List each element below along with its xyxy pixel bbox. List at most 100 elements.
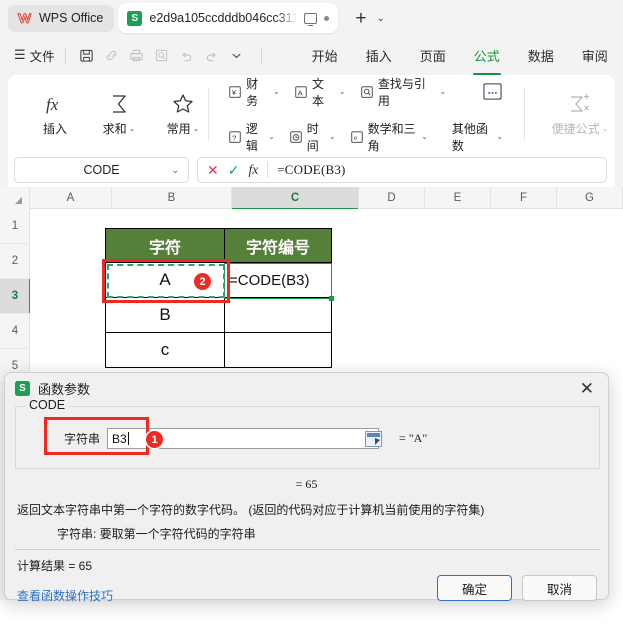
- text-functions-button[interactable]: A 文本 ⌄: [287, 73, 353, 111]
- cell-B5[interactable]: c: [105, 333, 225, 368]
- tab-formula[interactable]: 公式: [460, 42, 514, 76]
- formula-input-wrapper[interactable]: ✕ ✓ fx =CODE(B3): [197, 157, 607, 183]
- text-label: 文本: [312, 76, 325, 108]
- autosum-button[interactable]: 求和 ⌄: [94, 91, 144, 137]
- sheet-bottom-strip: [0, 600, 623, 644]
- row-header-3[interactable]: 3: [0, 279, 31, 314]
- customize-caret-icon[interactable]: [226, 44, 248, 66]
- save-icon[interactable]: [76, 44, 98, 66]
- document-tab[interactable]: S e2d9a105ccdddb046cc311e: [118, 3, 339, 33]
- category-row-1: ¥ 财务 ⌄ A 文本 ⌄ 查找与引用 ⌄: [221, 73, 510, 111]
- cell-B4[interactable]: B: [105, 298, 225, 333]
- link-icon[interactable]: [101, 44, 123, 66]
- row-header-2[interactable]: 2: [0, 244, 30, 279]
- quick-formula-button[interactable]: 便捷公式 ⌄: [545, 91, 615, 137]
- tab-data[interactable]: 数据: [514, 42, 568, 69]
- new-tab-button[interactable]: +: [351, 9, 370, 28]
- more-categories-button[interactable]: [475, 80, 510, 103]
- common-functions-button[interactable]: 常用 ⌄: [158, 91, 208, 137]
- column-header-D[interactable]: D: [359, 187, 425, 209]
- annotation-badge-1: 1: [146, 431, 163, 448]
- tab-page[interactable]: 页面: [406, 42, 460, 69]
- chevron-down-icon: ⌄: [601, 124, 609, 133]
- argument-description: 字符串: 要取第一个字符代码的字符串: [57, 527, 256, 541]
- name-box[interactable]: CODE ⌄: [14, 157, 189, 183]
- sigma-plus-icon: [567, 91, 593, 117]
- help-link[interactable]: 查看函数操作技巧: [17, 587, 113, 604]
- logic-icon: ?: [228, 129, 242, 144]
- row-header-1[interactable]: 1: [0, 209, 30, 244]
- dialog-title: 函数参数: [38, 381, 91, 397]
- dialog-title-bar: S 函数参数 ✕: [5, 373, 608, 403]
- ok-button[interactable]: 确定: [437, 575, 512, 601]
- column-header-F[interactable]: F: [491, 187, 557, 209]
- title-bar: WPS Office S e2d9a105ccdddb046cc311e + ⌄: [0, 0, 623, 36]
- text-icon: A: [294, 84, 308, 99]
- tab-insert[interactable]: 插入: [352, 42, 406, 69]
- insert-function-button[interactable]: fx 插入: [30, 91, 80, 137]
- column-header-E[interactable]: E: [425, 187, 491, 209]
- function-arguments-dialog: S 函数参数 ✕ CODE 字符串 B3 = "A" = 65 返回文本字符串中…: [4, 372, 609, 603]
- row-header-4[interactable]: 4: [0, 314, 30, 349]
- star-icon: [171, 91, 195, 117]
- chevron-down-icon[interactable]: ⌄: [171, 165, 179, 176]
- select-all-corner[interactable]: [0, 187, 30, 209]
- column-header-A[interactable]: A: [30, 187, 112, 209]
- wps-office-button[interactable]: WPS Office: [8, 4, 115, 32]
- print-icon[interactable]: [126, 44, 148, 66]
- common-functions-label: 常用: [166, 122, 191, 136]
- divider: [208, 88, 209, 140]
- column-header-B[interactable]: B: [112, 187, 232, 209]
- file-menu-button[interactable]: 文件: [30, 46, 55, 65]
- formula-input[interactable]: =CODE(B3): [277, 162, 345, 178]
- cell-C4[interactable]: [225, 298, 332, 333]
- function-name-label: CODE: [25, 398, 70, 412]
- active-cell-selection: [224, 263, 334, 301]
- time-icon: [289, 129, 303, 144]
- tab-list-caret-icon[interactable]: ⌄: [376, 13, 384, 24]
- autosum-label: 求和: [102, 122, 127, 136]
- print-preview-icon[interactable]: [151, 44, 173, 66]
- lookup-icon: [360, 84, 374, 99]
- redo-icon[interactable]: [201, 44, 223, 66]
- column-header-G[interactable]: G: [557, 187, 623, 209]
- close-icon[interactable]: ✕: [576, 380, 598, 397]
- hamburger-menu-icon[interactable]: ☰: [14, 47, 26, 63]
- svg-text:¥: ¥: [232, 90, 236, 97]
- table-header-charcode[interactable]: 字符编号: [225, 228, 332, 263]
- tab-start[interactable]: 开始: [298, 42, 352, 69]
- function-description: 返回文本字符串中第一个字符的数字代码。 (返回的代码对应于计算机当前使用的字符集…: [17, 503, 485, 517]
- svg-text:A: A: [298, 88, 303, 97]
- function-result-line: = 65: [295, 477, 318, 491]
- cell-C5[interactable]: [225, 333, 332, 368]
- math-label: 数学和三角: [367, 121, 416, 153]
- other-functions-button[interactable]: 其他函数 ⌄: [445, 118, 510, 156]
- insert-function-label: 插入: [42, 122, 67, 136]
- logic-functions-button[interactable]: ? 逻辑 ⌄: [221, 118, 282, 156]
- time-functions-button[interactable]: 时间 ⌄: [282, 118, 343, 156]
- tab-review[interactable]: 审阅: [568, 42, 622, 69]
- lookup-functions-button[interactable]: 查找与引用 ⌄: [353, 73, 454, 111]
- insert-function-icon[interactable]: fx: [248, 162, 258, 178]
- wps-office-label: WPS Office: [39, 11, 104, 25]
- range-picker-icon[interactable]: [365, 430, 383, 447]
- fx-icon: fx: [43, 91, 67, 117]
- more-icon: [482, 82, 503, 101]
- divider: [260, 46, 262, 64]
- annotation-box-argument-input: [44, 417, 149, 455]
- spreadsheet-icon: S: [127, 10, 143, 26]
- math-functions-button[interactable]: e 数学和三角 ⌄: [343, 118, 435, 156]
- undo-icon[interactable]: [176, 44, 198, 66]
- document-tab-label: e2d9a105ccdddb046cc311e: [149, 11, 298, 25]
- finance-label: 财务: [246, 76, 259, 108]
- ribbon-group-quick-formula: 便捷公式 ⌄: [525, 75, 615, 153]
- column-header-C[interactable]: C: [232, 187, 359, 210]
- finance-functions-button[interactable]: ¥ 财务 ⌄: [221, 73, 287, 111]
- table-header-row: 字符 字符编号: [105, 228, 332, 263]
- confirm-formula-icon[interactable]: ✓: [228, 162, 240, 179]
- table-header-char[interactable]: 字符: [105, 228, 225, 263]
- math-icon: e: [350, 129, 364, 144]
- cancel-formula-icon[interactable]: ✕: [207, 162, 219, 179]
- cancel-button[interactable]: 取消: [522, 575, 597, 601]
- lookup-label: 查找与引用: [377, 76, 426, 108]
